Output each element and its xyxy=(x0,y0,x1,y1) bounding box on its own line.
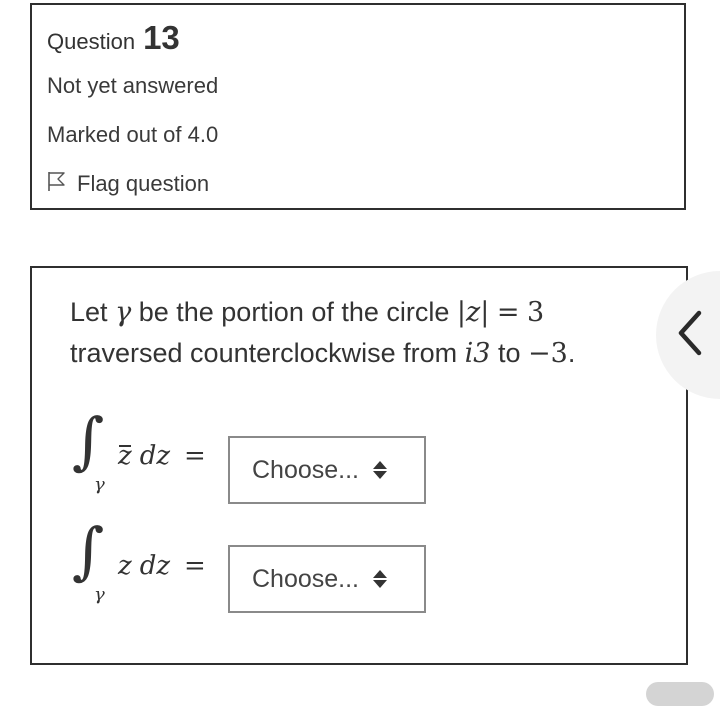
integral-row-1: ∫ γ z dz = xyxy=(72,404,206,502)
differential: dz xyxy=(139,441,171,471)
question-text-part: Let xyxy=(70,297,108,327)
differential: dz xyxy=(139,551,171,581)
equals-sign: = xyxy=(184,551,206,581)
question-label: Question xyxy=(47,29,136,54)
integrand-1: z dz = xyxy=(118,441,206,471)
question-text: Let γ be the portion of the circle |z| =… xyxy=(70,292,575,374)
question-number-value: 13 xyxy=(143,19,180,56)
integral-sign: ∫ xyxy=(72,514,105,587)
integral-expression-1: ∫ γ xyxy=(72,404,112,502)
integral-subscript: γ xyxy=(94,474,105,495)
question-content-box: Let γ be the portion of the circle |z| =… xyxy=(30,266,688,665)
question-state: Not yet answered xyxy=(47,73,219,98)
math-from-value: i3 xyxy=(464,338,491,369)
select-value: Choose... xyxy=(252,455,360,484)
integral-row-2: ∫ γ z dz = xyxy=(72,514,206,612)
question-grade: Marked out of 4.0 xyxy=(47,122,219,147)
select-arrows-icon xyxy=(373,461,388,479)
integral-sign: ∫ xyxy=(72,404,105,477)
conjugate-z: z xyxy=(118,441,132,471)
flag-question-link[interactable]: Flag question xyxy=(47,170,209,197)
chevron-left-icon xyxy=(669,309,707,362)
question-text-part: be the portion of the circle xyxy=(138,297,450,327)
answer-select-1[interactable]: Choose... xyxy=(228,436,426,504)
question-info-box: Question 13 Not yet answered Marked out … xyxy=(30,3,686,210)
select-value: Choose... xyxy=(252,564,360,593)
answer-select-2[interactable]: Choose... xyxy=(228,545,426,613)
math-to-value: −3 xyxy=(528,338,568,369)
integrand-z: z xyxy=(118,551,132,581)
math-three: 3 xyxy=(527,297,545,328)
question-number: Question 13 xyxy=(47,19,180,57)
select-arrows-icon xyxy=(373,570,388,588)
math-gamma: γ xyxy=(115,297,132,328)
integrand-2: z dz = xyxy=(118,551,206,581)
integral-expression-2: ∫ γ xyxy=(72,514,112,612)
flag-outline-icon xyxy=(47,170,67,197)
question-text-part: traversed counterclockwise from xyxy=(70,338,458,368)
math-abs-z: |z| xyxy=(456,297,490,328)
equals-sign: = xyxy=(184,441,206,471)
integral-subscript: γ xyxy=(94,584,105,605)
scroll-indicator xyxy=(646,682,714,706)
question-text-part: to xyxy=(498,338,521,368)
flag-question-label: Flag question xyxy=(77,170,210,196)
question-period: . xyxy=(567,338,576,368)
math-equals: = xyxy=(496,297,520,328)
